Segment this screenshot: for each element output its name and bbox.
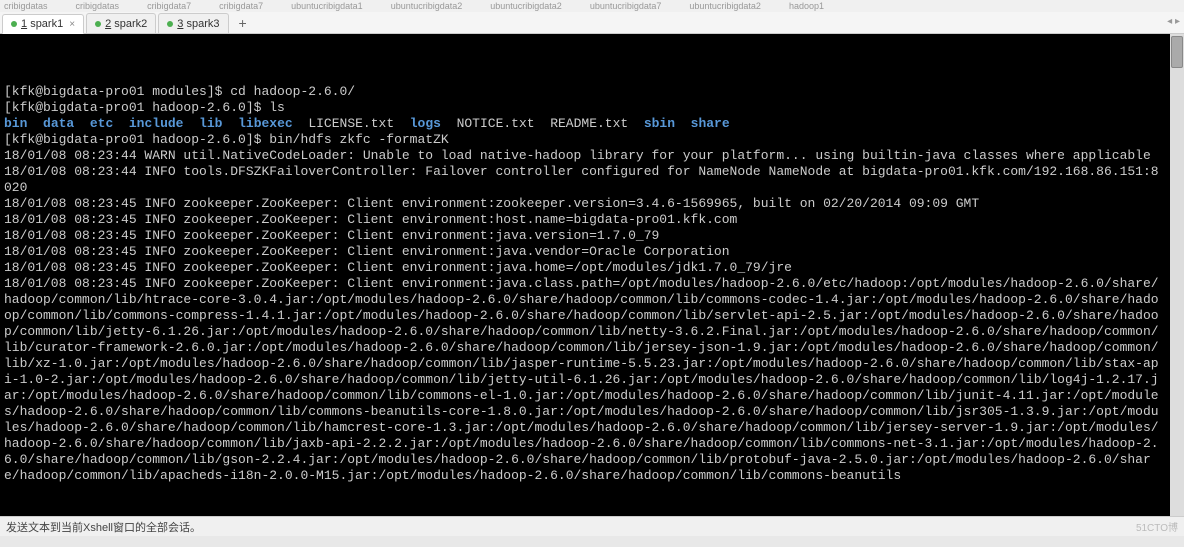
ls-entry: NOTICE.txt bbox=[457, 116, 535, 131]
ls-entry: libexec bbox=[238, 116, 293, 131]
tab-spark2[interactable]: 2 spark2 bbox=[86, 13, 156, 33]
ls-entry: include bbox=[129, 116, 184, 131]
tab-label: spark1 bbox=[30, 18, 63, 30]
tab-number: 1 bbox=[21, 18, 27, 30]
ls-entry: data bbox=[43, 116, 74, 131]
command-text: bin/hdfs zkfc -formatZK bbox=[269, 132, 448, 147]
log-line: 18/01/08 08:23:45 INFO zookeeper.ZooKeep… bbox=[4, 276, 1159, 483]
terminal-scrollbar[interactable] bbox=[1170, 34, 1184, 516]
upper-tab-row: cribigdatascribigdatascribigdata7cribigd… bbox=[0, 0, 1184, 12]
watermark-text: 51CTO博 bbox=[1136, 519, 1178, 534]
shell-prompt: [kfk@bigdata-pro01 hadoop-2.6.0]$ bbox=[4, 132, 269, 147]
log-line: 18/01/08 08:23:44 WARN util.NativeCodeLo… bbox=[4, 148, 1151, 163]
ls-entry: etc bbox=[90, 116, 113, 131]
session-tab-bar: 1 spark1 × 2 spark2 3 spark3 + ◂ ▸ bbox=[0, 12, 1184, 34]
status-dot-icon bbox=[11, 21, 17, 27]
log-line: 18/01/08 08:23:45 INFO zookeeper.ZooKeep… bbox=[4, 212, 737, 227]
ls-entry: lib bbox=[199, 116, 222, 131]
ls-entry: logs bbox=[410, 116, 441, 131]
tab-label: spark3 bbox=[186, 18, 219, 30]
close-icon[interactable]: × bbox=[69, 19, 75, 30]
tab-number: 2 bbox=[105, 18, 111, 30]
scrollbar-thumb[interactable] bbox=[1171, 36, 1183, 68]
shell-prompt: [kfk@bigdata-pro01 hadoop-2.6.0]$ bbox=[4, 100, 269, 115]
status-dot-icon bbox=[167, 21, 173, 27]
ls-entry: sbin bbox=[644, 116, 675, 131]
tab-spark1[interactable]: 1 spark1 × bbox=[2, 14, 84, 34]
ls-entry: README.txt bbox=[550, 116, 628, 131]
ls-entry: LICENSE.txt bbox=[308, 116, 394, 131]
ls-entry: bin bbox=[4, 116, 27, 131]
tab-number: 3 bbox=[177, 18, 183, 30]
add-tab-button[interactable]: + bbox=[231, 13, 255, 33]
command-text: ls bbox=[269, 100, 285, 115]
log-line: 18/01/08 08:23:45 INFO zookeeper.ZooKeep… bbox=[4, 228, 659, 243]
log-line: 18/01/08 08:23:45 INFO zookeeper.ZooKeep… bbox=[4, 260, 792, 275]
status-dot-icon bbox=[95, 21, 101, 27]
shell-prompt: [kfk@bigdata-pro01 modules]$ bbox=[4, 84, 230, 99]
tab-scroll-arrows[interactable]: ◂ ▸ bbox=[1167, 16, 1180, 27]
ls-entry: share bbox=[691, 116, 730, 131]
log-line: 18/01/08 08:23:44 INFO tools.DFSZKFailov… bbox=[4, 164, 1159, 195]
tab-spark3[interactable]: 3 spark3 bbox=[158, 13, 228, 33]
status-text: 发送文本到当前Xshell窗口的全部会话。 bbox=[6, 519, 201, 535]
command-text: cd hadoop-2.6.0/ bbox=[230, 84, 355, 99]
tab-label: spark2 bbox=[114, 18, 147, 30]
status-bar: 发送文本到当前Xshell窗口的全部会话。 51CTO博 bbox=[0, 516, 1184, 536]
terminal-content: [kfk@bigdata-pro01 modules]$ cd hadoop-2… bbox=[4, 84, 1180, 484]
log-line: 18/01/08 08:23:45 INFO zookeeper.ZooKeep… bbox=[4, 244, 730, 259]
log-line: 18/01/08 08:23:45 INFO zookeeper.ZooKeep… bbox=[4, 196, 979, 211]
terminal-output[interactable]: [kfk@bigdata-pro01 modules]$ cd hadoop-2… bbox=[0, 34, 1184, 516]
